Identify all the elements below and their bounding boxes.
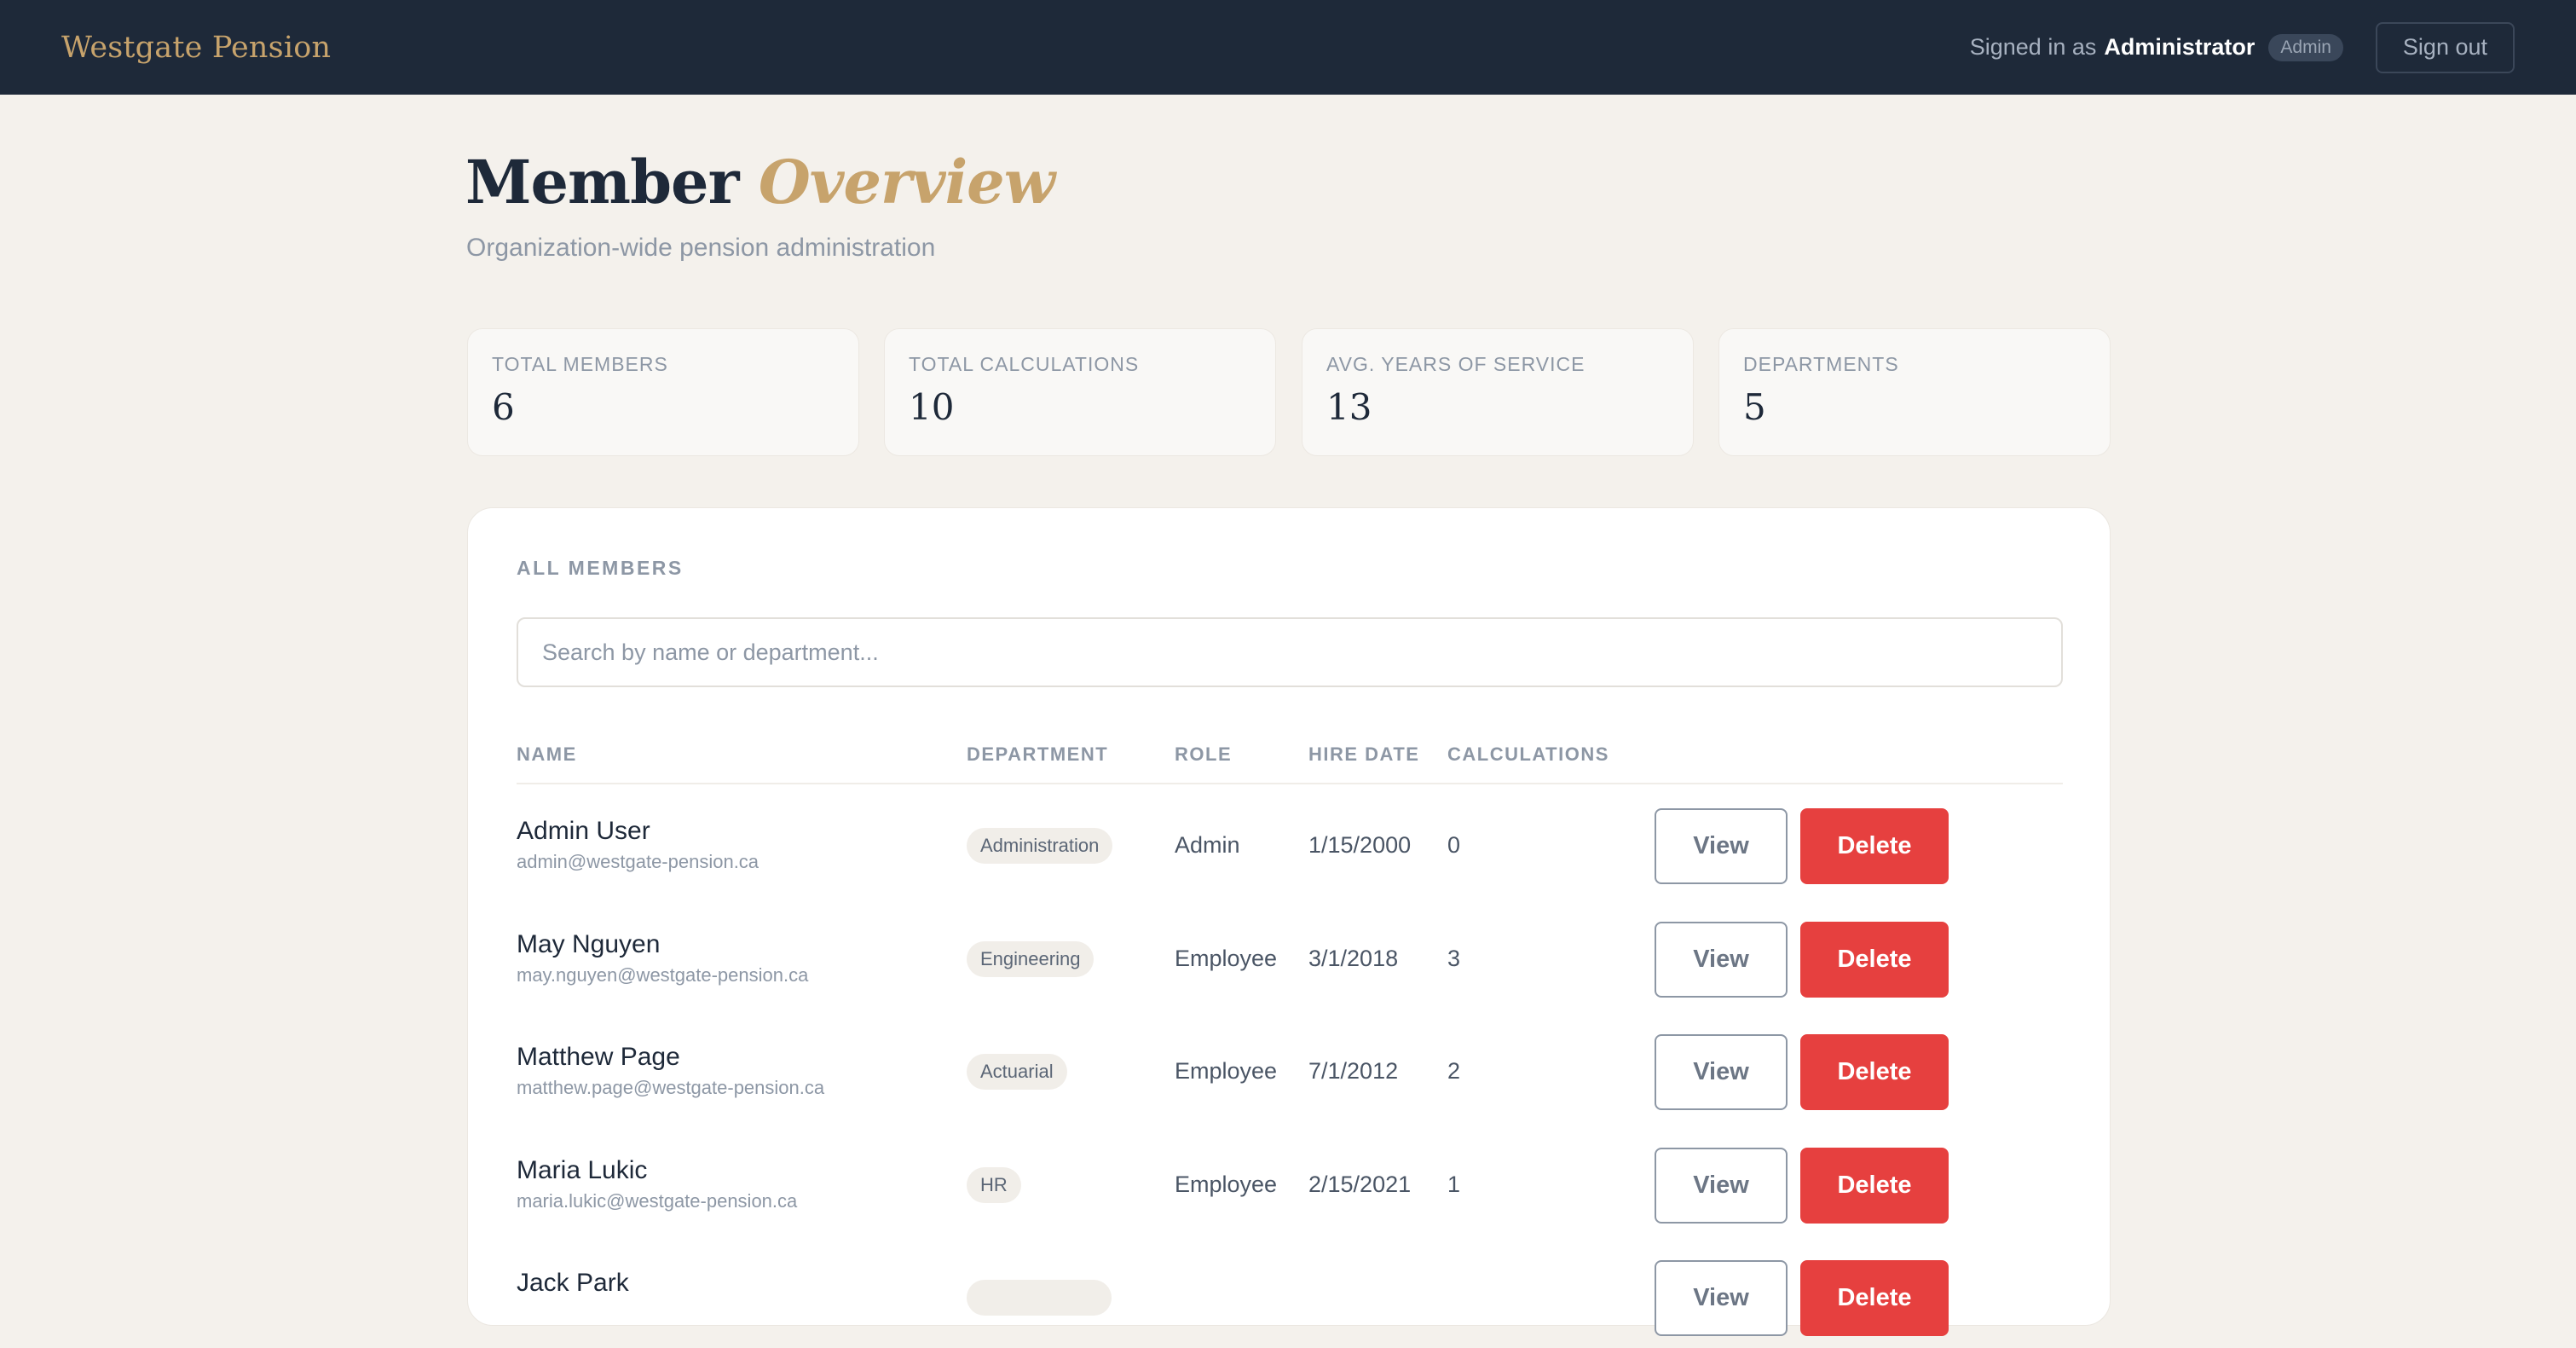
brand-logo[interactable]: Westgate Pension [61, 31, 331, 65]
member-hire-date: 1/15/2000 [1308, 832, 1412, 858]
member-name: Matthew Page [517, 1043, 680, 1071]
member-calculations: 1 [1447, 1172, 1461, 1197]
column-header-calculations: CALCULATIONS [1447, 743, 1609, 765]
stat-card-total-members: TOTAL MEMBERS 6 [467, 328, 859, 456]
search-input[interactable] [517, 617, 2063, 687]
page-title-main: Member [465, 147, 739, 217]
view-button[interactable]: View [1655, 1148, 1788, 1224]
department-badge [967, 1280, 1112, 1316]
column-header-hire-date: HIRE DATE [1308, 743, 1420, 765]
current-user-name: Administrator [2104, 34, 2255, 60]
member-calculations: 0 [1447, 832, 1461, 858]
user-area: Signed in as Administrator Admin Sign ou… [1969, 21, 2515, 73]
stat-card-total-calculations: TOTAL CALCULATIONS 10 [884, 328, 1276, 456]
panel-title: ALL MEMBERS [517, 557, 684, 579]
member-hire-date: 3/1/2018 [1308, 946, 1399, 971]
page-subtitle: Organization-wide pension administration [466, 234, 936, 262]
department-badge: Engineering [967, 941, 1095, 977]
stat-value: 5 [1743, 386, 1766, 428]
department-badge: HR [967, 1167, 1021, 1203]
page-title: Member Overview [465, 147, 1055, 217]
stat-label: TOTAL MEMBERS [492, 353, 668, 375]
view-button[interactable]: View [1655, 1034, 1788, 1110]
column-header-role: ROLE [1175, 743, 1233, 765]
column-header-department: DEPARTMENT [967, 743, 1109, 765]
table-row: Admin User admin@westgate-pension.ca Adm… [468, 783, 2111, 896]
signed-in-label: Signed in as [1969, 34, 2097, 60]
stat-label: DEPARTMENTS [1743, 353, 1899, 375]
member-role: Employee [1175, 1058, 1278, 1084]
member-email: maria.lukic@westgate-pension.ca [517, 1190, 798, 1212]
page-title-accent: Overview [758, 147, 1055, 217]
member-name: Jack Park [517, 1269, 629, 1297]
department-badge: Administration [967, 828, 1113, 864]
member-email: may.nguyen@westgate-pension.ca [517, 964, 809, 986]
view-button[interactable]: View [1655, 1260, 1788, 1336]
view-button[interactable]: View [1655, 808, 1788, 884]
member-calculations: 2 [1447, 1058, 1461, 1084]
delete-button[interactable]: Delete [1800, 922, 1949, 998]
stat-card-departments: DEPARTMENTS 5 [1718, 328, 2111, 456]
member-name: Maria Lukic [517, 1156, 648, 1184]
table-row: Jack Park View Delete [468, 1235, 2111, 1348]
column-header-name: NAME [517, 743, 577, 765]
member-calculations: 3 [1447, 946, 1461, 971]
sign-out-button[interactable]: Sign out [2375, 21, 2515, 73]
role-badge: Admin [2268, 33, 2343, 61]
stat-value: 10 [909, 386, 955, 428]
member-name: May Nguyen [517, 930, 661, 958]
table-row: Matthew Page matthew.page@westgate-pensi… [468, 1009, 2111, 1122]
member-hire-date: 2/15/2021 [1308, 1172, 1412, 1197]
stat-label: TOTAL CALCULATIONS [909, 353, 1140, 375]
members-panel: ALL MEMBERS NAME DEPARTMENT ROLE HIRE DA… [467, 507, 2111, 1336]
view-button[interactable]: View [1655, 922, 1788, 998]
delete-button[interactable]: Delete [1800, 808, 1949, 884]
table-row: Maria Lukic maria.lukic@westgate-pension… [468, 1122, 2111, 1235]
delete-button[interactable]: Delete [1800, 1148, 1949, 1224]
stat-value: 13 [1326, 386, 1372, 428]
member-role: Employee [1175, 946, 1278, 971]
table-row: May Nguyen may.nguyen@westgate-pension.c… [468, 896, 2111, 1010]
delete-button[interactable]: Delete [1800, 1034, 1949, 1110]
member-role: Employee [1175, 1172, 1278, 1197]
stat-label: AVG. YEARS OF SERVICE [1326, 353, 1585, 375]
member-email: admin@westgate-pension.ca [517, 851, 760, 872]
member-role: Admin [1175, 832, 1240, 858]
member-name: Admin User [517, 817, 650, 845]
member-hire-date: 7/1/2012 [1308, 1058, 1399, 1084]
top-navbar: Westgate Pension Signed in as Administra… [0, 0, 2576, 95]
stat-value: 6 [492, 386, 515, 428]
member-email: matthew.page@westgate-pension.ca [517, 1077, 825, 1098]
stat-card-avg-years-of-service: AVG. YEARS OF SERVICE 13 [1302, 328, 1694, 456]
department-badge: Actuarial [967, 1054, 1067, 1090]
delete-button[interactable]: Delete [1800, 1260, 1949, 1336]
